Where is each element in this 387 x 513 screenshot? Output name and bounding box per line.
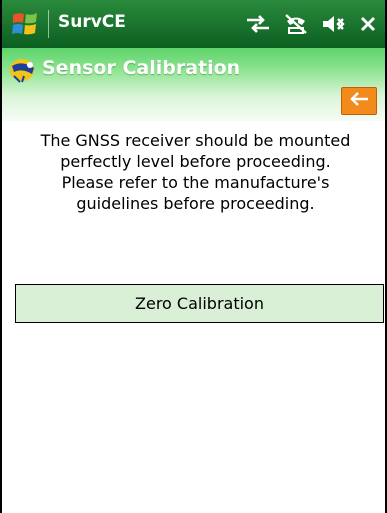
zero-calibration-button[interactable]: Zero Calibration (15, 284, 384, 323)
windows-start-icon[interactable] (10, 9, 40, 39)
zero-calibration-label: Zero Calibration (135, 294, 264, 313)
arrow-left-icon (348, 90, 370, 112)
close-icon[interactable] (359, 15, 377, 33)
instruction-text: The GNSS receiver should be mounted perf… (40, 131, 351, 213)
app-screen: SurvCE Sensor Calibration The GNSS recei… (0, 0, 387, 513)
phone-off-icon[interactable] (283, 12, 309, 36)
survey-instrument-icon (8, 56, 38, 84)
back-button[interactable] (341, 87, 377, 115)
divider (48, 10, 49, 38)
app-name: SurvCE (58, 12, 126, 32)
status-icons (245, 10, 377, 38)
volume-mute-icon[interactable] (321, 13, 347, 35)
status-bar: SurvCE (2, 0, 385, 48)
page-title: Sensor Calibration (42, 57, 241, 79)
connectivity-icon[interactable] (245, 13, 271, 35)
title-bar: Sensor Calibration (2, 48, 385, 121)
